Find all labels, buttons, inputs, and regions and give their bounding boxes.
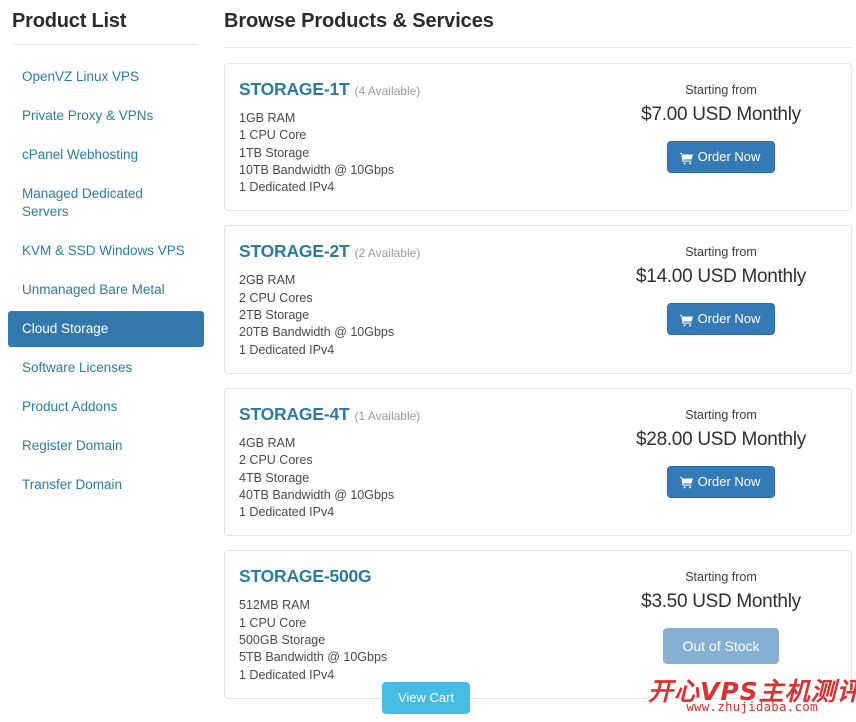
- view-cart-button[interactable]: View Cart: [382, 682, 470, 714]
- sidebar-item-managed-dedicated-servers[interactable]: Managed Dedicated Servers: [8, 176, 204, 230]
- sidebar-title: Product List: [12, 8, 204, 34]
- product-pricing: Starting from $28.00 USD Monthly Order Now: [607, 403, 835, 498]
- product-pricing: Starting from $14.00 USD Monthly Order Now: [607, 240, 835, 335]
- product-spec-line: 1 Dedicated IPv4: [239, 342, 607, 359]
- product-price: $28.00 USD Monthly: [607, 427, 835, 453]
- product-spec-line: 1TB Storage: [239, 145, 607, 162]
- out-of-stock-button: Out of Stock: [663, 628, 778, 664]
- product-pricing: Starting from $3.50 USD Monthly Out of Sto…: [607, 565, 835, 664]
- product-name: STORAGE-1T: [239, 79, 349, 99]
- product-spec-line: 4GB RAM: [239, 435, 607, 452]
- view-cart-container: View Cart: [224, 682, 628, 714]
- product-info: STORAGE-4T (1 Available) 4GB RAM2 CPU Core…: [239, 403, 607, 521]
- product-specs: 4GB RAM2 CPU Cores4TB Storage40TB Bandwi…: [239, 435, 607, 521]
- starting-from-label: Starting from: [607, 407, 835, 423]
- order-now-button[interactable]: Order Now: [667, 303, 776, 335]
- product-spec-line: 1GB RAM: [239, 110, 607, 127]
- starting-from-label: Starting from: [607, 569, 835, 585]
- product-pricing: Starting from $7.00 USD Monthly Order Now: [607, 78, 835, 173]
- order-button-label: Order Now: [698, 311, 761, 327]
- product-card: STORAGE-2T (2 Available) 2GB RAM2 CPU Core…: [224, 225, 852, 373]
- order-button-label: Out of Stock: [682, 638, 759, 654]
- starting-from-label: Starting from: [607, 82, 835, 98]
- product-card: STORAGE-1T (4 Available) 1GB RAM1 CPU Core…: [224, 63, 852, 211]
- product-stock-label: (1 Available): [354, 409, 420, 423]
- main-content: Browse Products & Services STORAGE-1T (4 …: [204, 0, 856, 713]
- product-spec-line: 2TB Storage: [239, 307, 607, 324]
- sidebar-item-unmanaged-bare-metal[interactable]: Unmanaged Bare Metal: [8, 272, 204, 308]
- footer: View Cart 开心VPS主机测评 www.zhujidaba.com: [0, 676, 856, 722]
- shopping-cart-icon: [680, 314, 693, 327]
- product-spec-line: 2GB RAM: [239, 272, 607, 289]
- sidebar-item-product-addons[interactable]: Product Addons: [8, 389, 204, 425]
- order-button-label: Order Now: [698, 149, 761, 165]
- site-watermark: 开心VPS主机测评 www.zhujidaba.com: [648, 678, 856, 722]
- page-root: Product List OpenVZ Linux VPSPrivate Pro…: [0, 0, 856, 722]
- sidebar-item-private-proxy-vpns[interactable]: Private Proxy & VPNs: [8, 98, 204, 134]
- product-spec-line: 1 Dedicated IPv4: [239, 179, 607, 196]
- shopping-cart-icon: [680, 476, 693, 489]
- shopping-cart-icon: [680, 152, 693, 165]
- product-name: STORAGE-2T: [239, 241, 349, 261]
- product-price: $3.50 USD Monthly: [607, 589, 835, 615]
- product-list: STORAGE-1T(4 Available)1GB RAM1 CPU Core…: [224, 63, 852, 699]
- product-spec-line: 2 CPU Cores: [239, 452, 607, 469]
- product-spec-line: 500GB Storage: [239, 632, 607, 649]
- product-heading: STORAGE-4T (1 Available): [239, 403, 607, 425]
- product-stock-label: (2 Available): [354, 246, 420, 260]
- order-now-button[interactable]: Order Now: [667, 466, 776, 498]
- product-price: $7.00 USD Monthly: [607, 102, 835, 128]
- sidebar-nav: OpenVZ Linux VPSPrivate Proxy & VPNscPan…: [8, 59, 204, 503]
- order-now-button[interactable]: Order Now: [667, 141, 776, 173]
- product-price: $14.00 USD Monthly: [607, 264, 835, 290]
- sidebar: Product List OpenVZ Linux VPSPrivate Pro…: [0, 0, 204, 506]
- product-card: STORAGE-4T (1 Available) 4GB RAM2 CPU Core…: [224, 388, 852, 536]
- product-spec-line: 2 CPU Cores: [239, 290, 607, 307]
- product-stock-label: (4 Available): [354, 84, 420, 98]
- product-info: STORAGE-2T (2 Available) 2GB RAM2 CPU Core…: [239, 240, 607, 358]
- product-name: STORAGE-4T: [239, 404, 349, 424]
- starting-from-label: Starting from: [607, 244, 835, 260]
- product-spec-line: 40TB Bandwidth @ 10Gbps: [239, 487, 607, 504]
- product-name: STORAGE-500G: [239, 566, 371, 586]
- product-heading: STORAGE-1T (4 Available): [239, 78, 607, 100]
- product-info: STORAGE-1T (4 Available) 1GB RAM1 CPU Core…: [239, 78, 607, 196]
- product-spec-line: 512MB RAM: [239, 597, 607, 614]
- sidebar-item-software-licenses[interactable]: Software Licenses: [8, 350, 204, 386]
- product-specs: 1GB RAM1 CPU Core1TB Storage10TB Bandwid…: [239, 110, 607, 196]
- sidebar-item-cloud-storage[interactable]: Cloud Storage: [8, 311, 204, 347]
- sidebar-item-register-domain[interactable]: Register Domain: [8, 428, 204, 464]
- product-spec-line: 1 CPU Core: [239, 615, 607, 632]
- product-spec-line: 10TB Bandwidth @ 10Gbps: [239, 162, 607, 179]
- sidebar-item-transfer-domain[interactable]: Transfer Domain: [8, 467, 204, 503]
- product-spec-line: 5TB Bandwidth @ 10Gbps: [239, 649, 607, 666]
- product-info: STORAGE-500G 512MB RAM1 CPU Core500GB Sto…: [239, 565, 607, 683]
- product-spec-line: 1 CPU Core: [239, 127, 607, 144]
- sidebar-item-kvm-ssd-windows-vps[interactable]: KVM & SSD Windows VPS: [8, 233, 204, 269]
- sidebar-item-openvz-linux-vps[interactable]: OpenVZ Linux VPS: [8, 59, 204, 95]
- product-specs: 512MB RAM1 CPU Core500GB Storage5TB Band…: [239, 597, 607, 683]
- product-heading: STORAGE-500G: [239, 565, 607, 587]
- product-spec-line: 1 Dedicated IPv4: [239, 504, 607, 521]
- order-button-label: Order Now: [698, 474, 761, 490]
- product-spec-line: 20TB Bandwidth @ 10Gbps: [239, 324, 607, 341]
- product-spec-line: 4TB Storage: [239, 470, 607, 487]
- product-specs: 2GB RAM2 CPU Cores2TB Storage20TB Bandwi…: [239, 272, 607, 358]
- page-title: Browse Products & Services: [224, 8, 852, 34]
- main-divider: [224, 47, 852, 48]
- sidebar-item-cpanel-webhosting[interactable]: cPanel Webhosting: [8, 137, 204, 173]
- sidebar-divider: [14, 44, 198, 45]
- product-heading: STORAGE-2T (2 Available): [239, 240, 607, 262]
